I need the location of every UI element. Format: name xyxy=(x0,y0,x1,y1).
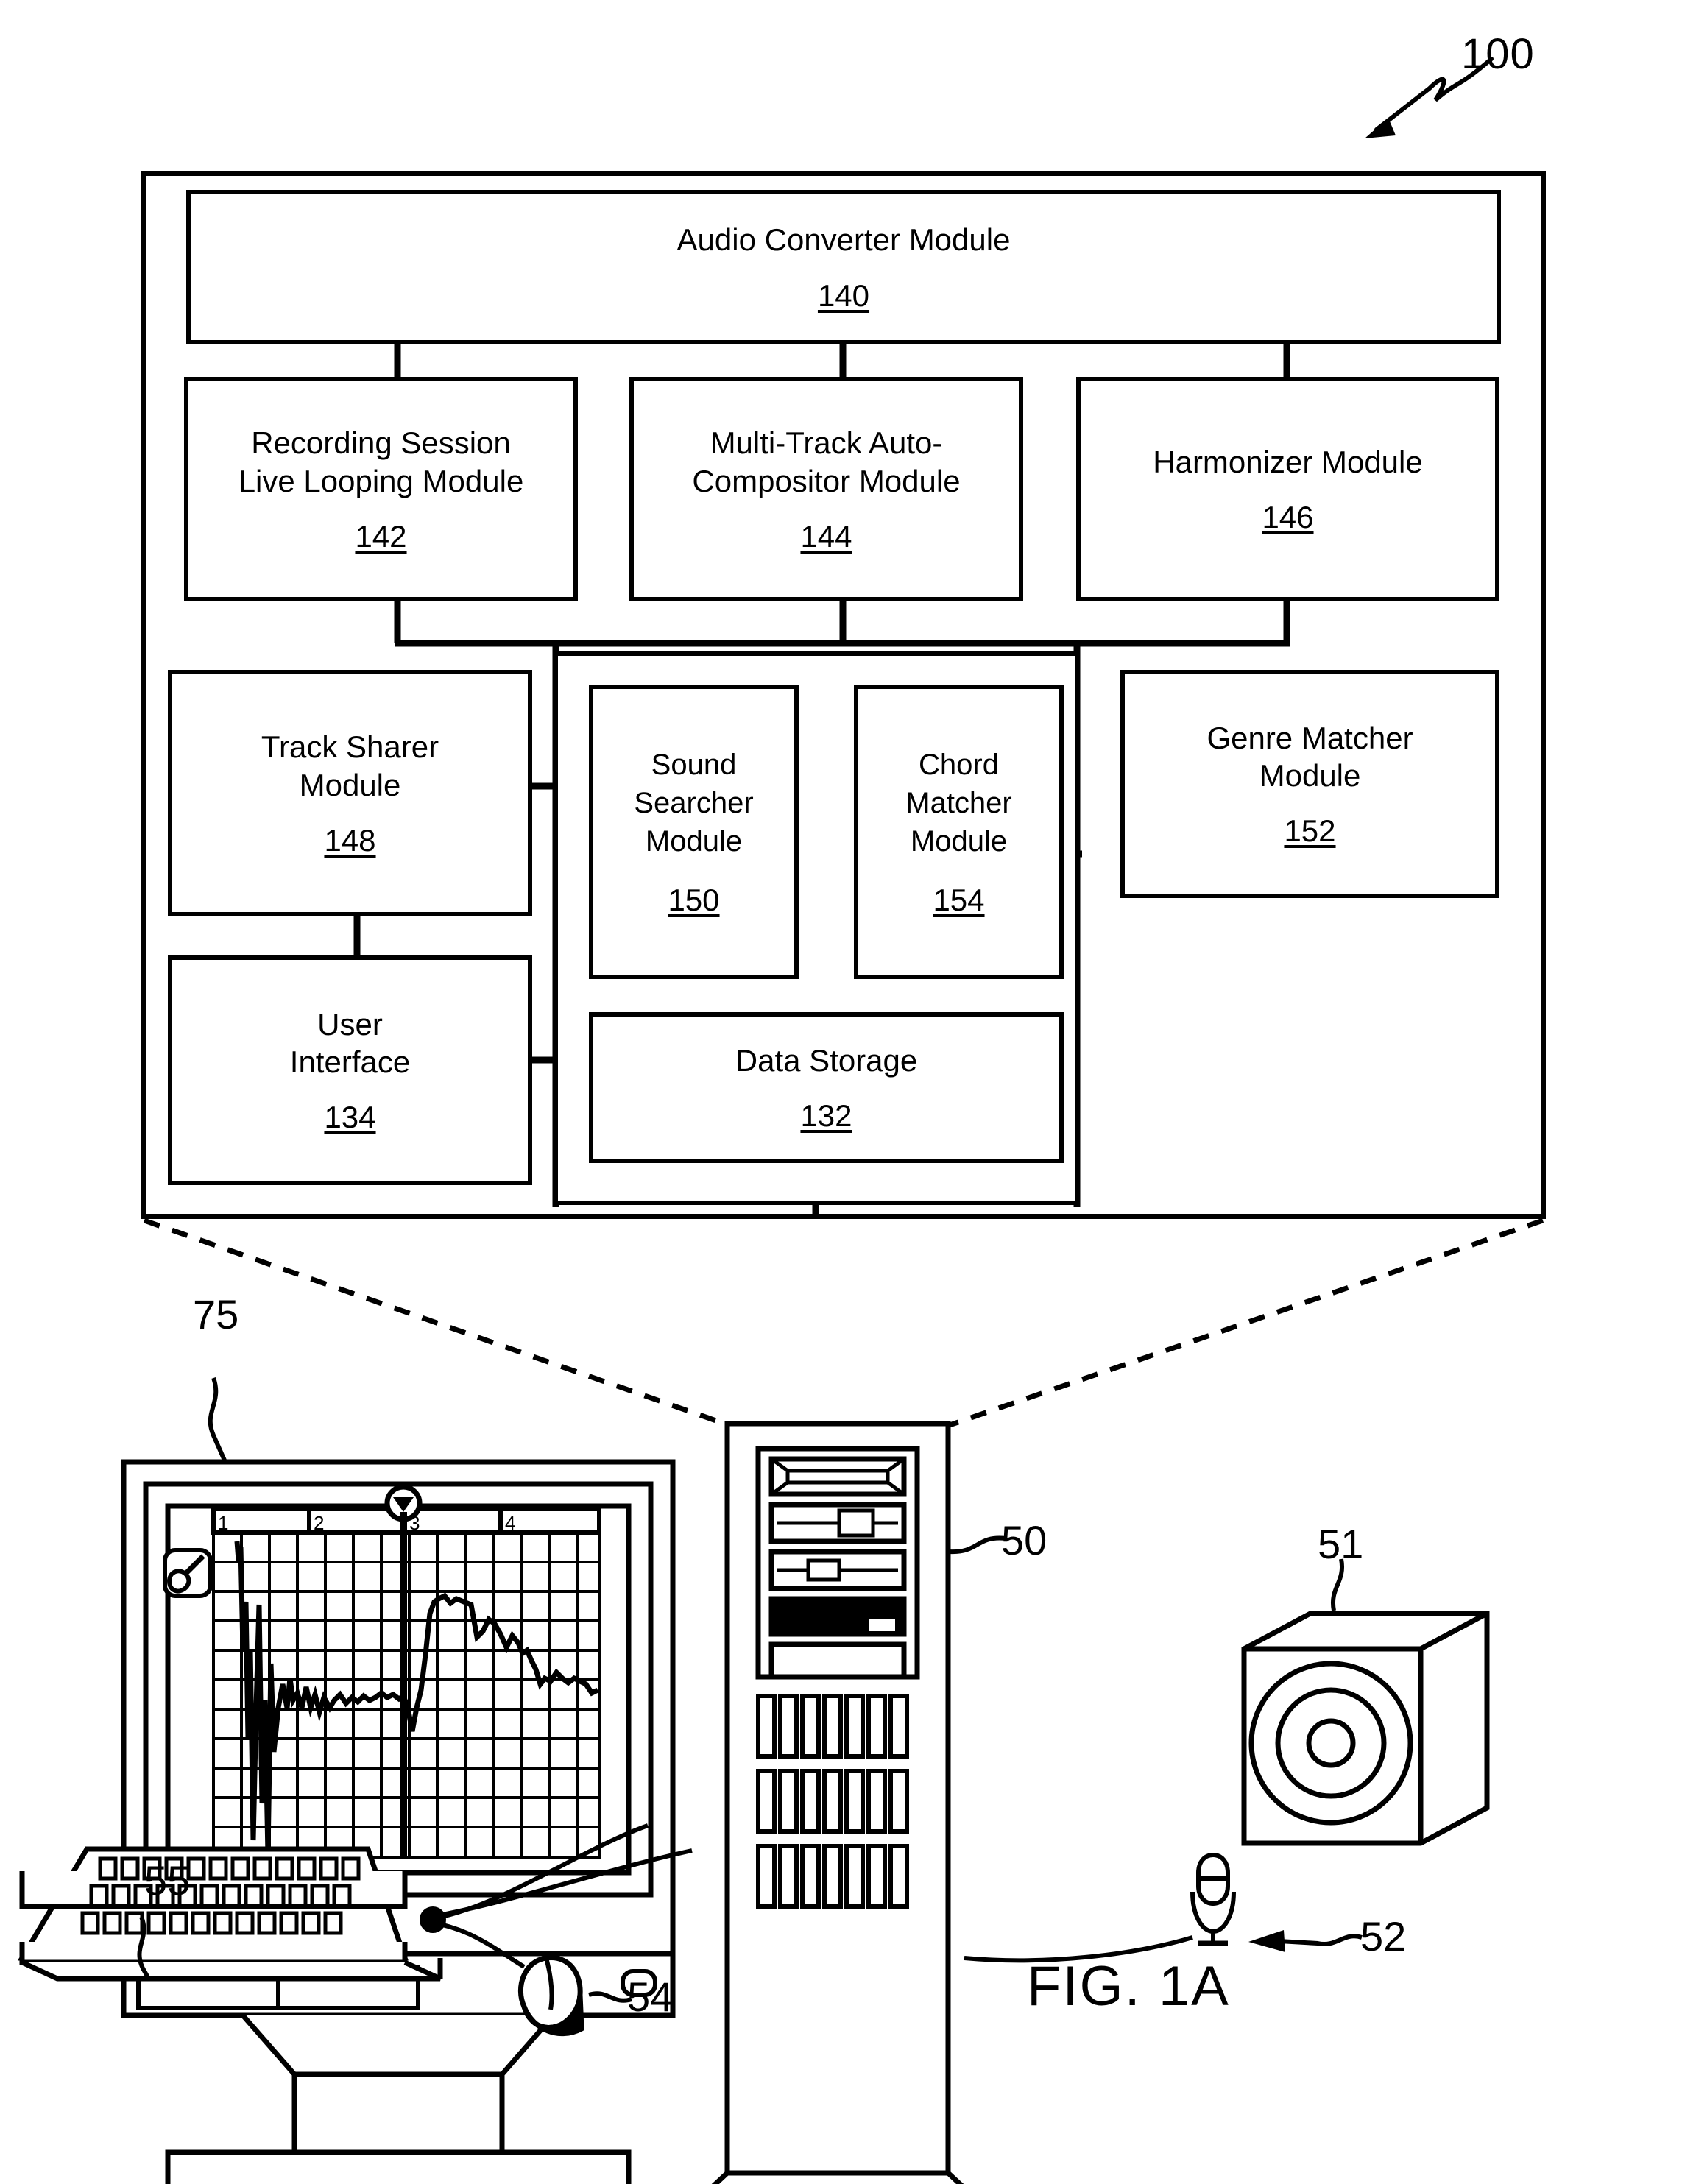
module-chord-matcher[interactable]: Chord Matcher Module 154 xyxy=(854,685,1064,979)
system-reference-arrow xyxy=(1365,57,1494,138)
monitor-callout-leader xyxy=(208,1377,227,1463)
keyboard-body-edge xyxy=(19,1942,443,1982)
module-number: 146 xyxy=(1262,500,1314,535)
module-title: Track Sharer Module xyxy=(261,729,439,802)
microphone-callout-arrow xyxy=(1248,1930,1363,1952)
module-title: Recording Session Live Looping Module xyxy=(238,425,524,498)
module-number: 144 xyxy=(800,518,852,554)
callout-monitor: 75 xyxy=(193,1291,239,1337)
module-title: User Interface xyxy=(289,1006,411,1079)
monitor-screen-content: 1 2 3 4 xyxy=(163,1484,601,1859)
module-number: 152 xyxy=(1284,813,1336,849)
microphone xyxy=(1190,1852,1236,1946)
tower-base xyxy=(711,2170,964,2184)
module-recording-session-live-looping[interactable]: Recording Session Live Looping Module 14… xyxy=(184,377,578,601)
measure-label: 2 xyxy=(314,1512,324,1534)
module-number: 140 xyxy=(817,278,870,313)
hardware-illustration: 1 2 3 4 xyxy=(17,1218,1544,2184)
module-title: Genre Matcher Module xyxy=(1206,720,1413,793)
module-title: Data Storage xyxy=(735,1042,918,1078)
module-number: 150 xyxy=(668,883,720,917)
module-title: Chord Matcher Module xyxy=(905,749,1012,858)
module-audio-converter[interactable]: Audio Converter Module 140 xyxy=(186,190,1501,344)
speaker xyxy=(1241,1611,1490,1846)
module-number: 132 xyxy=(800,1098,852,1134)
module-harmonizer[interactable]: Harmonizer Module 146 xyxy=(1076,377,1499,601)
module-title: Harmonizer Module xyxy=(1153,444,1423,479)
module-multi-track-auto-compositor[interactable]: Multi-Track Auto- Compositor Module 144 xyxy=(629,377,1023,601)
callout-keyboard: 55 xyxy=(144,1857,191,1904)
module-user-interface[interactable]: User Interface 134 xyxy=(168,955,532,1185)
module-number: 148 xyxy=(324,822,376,858)
module-genre-matcher[interactable]: Genre Matcher Module 152 xyxy=(1120,670,1499,898)
module-data-storage[interactable]: Data Storage 132 xyxy=(589,1012,1064,1163)
module-title: Audio Converter Module xyxy=(676,222,1011,258)
module-number: 154 xyxy=(933,883,985,917)
callout-tower: 50 xyxy=(1001,1517,1047,1563)
tower-vent-slots xyxy=(756,1694,909,1909)
module-title: Sound Searcher Module xyxy=(634,749,754,858)
callout-mouse: 54 xyxy=(627,1973,674,2020)
module-number: 142 xyxy=(355,518,407,554)
module-sound-searcher[interactable]: Sound Searcher Module 150 xyxy=(589,685,799,979)
expansion-callout-lines xyxy=(143,1218,1544,1428)
callout-speaker: 51 xyxy=(1318,1521,1364,1567)
figure-caption: FIG. 1A xyxy=(1027,1955,1230,2018)
module-track-sharer[interactable]: Track Sharer Module 148 xyxy=(168,670,532,916)
measure-label: 1 xyxy=(218,1512,228,1534)
tower-callout-leader xyxy=(949,1535,1006,1555)
guitar-icon xyxy=(163,1548,213,1598)
module-title: Multi-Track Auto- Compositor Module xyxy=(692,425,961,498)
callout-microphone: 52 xyxy=(1360,1913,1407,1959)
module-number: 134 xyxy=(324,1100,376,1135)
measure-label: 4 xyxy=(505,1512,515,1534)
